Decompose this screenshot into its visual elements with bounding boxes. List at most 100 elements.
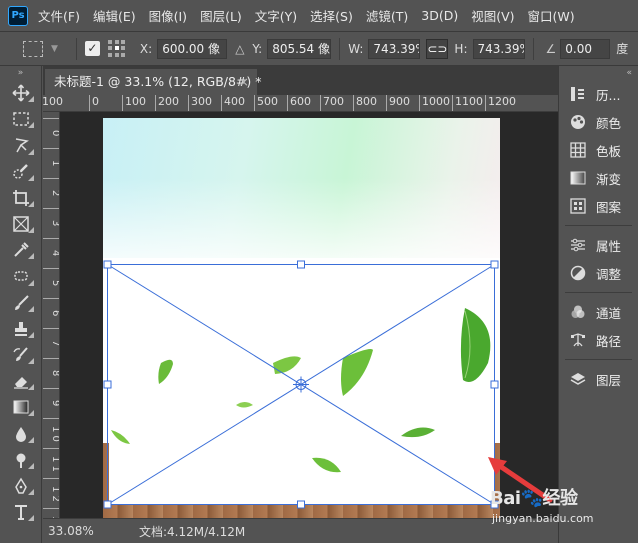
vertical-ruler[interactable]: 0 1 2 3 4 5 6 7 8 9 1 0 1 1 1 2 1 3 bbox=[43, 112, 60, 518]
panel-label: 属性 bbox=[596, 238, 622, 254]
tool-preset-picker[interactable] bbox=[23, 40, 43, 57]
x-label: X: bbox=[139, 41, 153, 56]
ruler-h-label: 1100 bbox=[452, 95, 483, 111]
ruler-h-label: 100 bbox=[122, 95, 146, 111]
chevron-down-icon[interactable]: ▼ bbox=[51, 44, 58, 54]
link-icon[interactable]: ⊂⊃ bbox=[426, 38, 449, 59]
baidu-jingyan-watermark: Bai🐾经验 jingyan.baidu.com bbox=[490, 476, 638, 528]
crop-tool-icon[interactable] bbox=[0, 185, 42, 211]
ruler-v-label: 0 bbox=[43, 118, 59, 148]
reference-point-checkbox[interactable]: ✓ bbox=[84, 41, 100, 56]
divider bbox=[75, 37, 77, 60]
lasso-tool-icon[interactable] bbox=[0, 132, 42, 158]
y-label: Y: bbox=[252, 41, 263, 56]
panel-patterns[interactable]: 图案 bbox=[559, 192, 638, 220]
reference-point-grid-icon[interactable] bbox=[107, 39, 126, 58]
x-position-field[interactable]: 600.00 像 bbox=[157, 38, 228, 59]
gradient-tool-icon[interactable] bbox=[0, 394, 42, 420]
panel-channels[interactable]: 通道 bbox=[559, 298, 638, 326]
frame-tool-icon[interactable] bbox=[0, 211, 42, 237]
ruler-v-label: 1 3 bbox=[43, 508, 59, 518]
document-size[interactable]: 文档:4.12M/4.12M bbox=[103, 523, 245, 540]
panel-label: 渐变 bbox=[596, 171, 622, 187]
rotation-field[interactable]: 0.00 bbox=[560, 38, 611, 59]
width-field[interactable]: 743.39% bbox=[368, 38, 421, 59]
menu-layer[interactable]: 图层(L) bbox=[200, 6, 242, 25]
divider bbox=[532, 37, 534, 60]
dodge-tool-icon[interactable] bbox=[0, 447, 42, 473]
marquee-tool-icon[interactable] bbox=[0, 106, 42, 132]
menu-view[interactable]: 视图(V) bbox=[471, 6, 514, 25]
panel-color[interactable]: 颜色 bbox=[559, 108, 638, 136]
zoom-level[interactable]: 33.08% bbox=[43, 524, 103, 538]
patterns-icon bbox=[569, 197, 587, 215]
relative-position-icon[interactable]: △ bbox=[235, 42, 244, 56]
ruler-v-label: 2 bbox=[43, 178, 59, 208]
menu-type[interactable]: 文字(Y) bbox=[255, 6, 297, 25]
leaf-icon bbox=[460, 308, 491, 382]
panel-gradients[interactable]: 渐变 bbox=[559, 164, 638, 192]
y-position-field[interactable]: 805.54 像 bbox=[267, 38, 332, 59]
leaf-icon bbox=[158, 359, 173, 384]
watermark-logo: Bai🐾经验 bbox=[490, 484, 578, 510]
panel-label: 历... bbox=[596, 87, 621, 103]
panel-label: 调整 bbox=[596, 266, 622, 282]
panel-properties[interactable]: 属性 bbox=[559, 231, 638, 259]
angle-icon: ∠ bbox=[545, 41, 557, 56]
menu-image[interactable]: 图像(I) bbox=[149, 6, 187, 25]
ruler-v-label: 9 bbox=[43, 388, 59, 418]
divider bbox=[565, 292, 632, 293]
panel-layers[interactable]: 图层 bbox=[559, 365, 638, 393]
menu-filter[interactable]: 滤镜(T) bbox=[366, 6, 408, 25]
canvas[interactable] bbox=[103, 118, 500, 518]
photoshop-logo: Ps bbox=[8, 5, 28, 26]
panel-history[interactable]: 历... bbox=[559, 80, 638, 108]
panel-expand-icon[interactable]: « bbox=[559, 66, 638, 80]
pasteboard[interactable] bbox=[60, 112, 558, 518]
blur-tool-icon[interactable] bbox=[0, 420, 42, 446]
swatches-icon bbox=[569, 141, 587, 159]
ruler-h-label: 1200 bbox=[485, 95, 516, 111]
history-brush-tool-icon[interactable] bbox=[0, 342, 42, 368]
quick-select-tool-icon[interactable] bbox=[0, 159, 42, 185]
move-tool-icon[interactable] bbox=[0, 80, 42, 106]
panel-collapse-icon[interactable]: » bbox=[0, 66, 41, 80]
eraser-tool-icon[interactable] bbox=[0, 368, 42, 394]
pen-tool-icon[interactable] bbox=[0, 473, 42, 499]
height-field[interactable]: 743.39% bbox=[472, 38, 525, 59]
menu-file[interactable]: 文件(F) bbox=[38, 6, 80, 25]
leaf-icon bbox=[273, 356, 301, 374]
ruler-h-label: 700 bbox=[320, 95, 344, 111]
ruler-v-label: 8 bbox=[43, 358, 59, 388]
menu-select[interactable]: 选择(S) bbox=[310, 6, 353, 25]
color-icon bbox=[569, 113, 587, 131]
leaf-icon bbox=[401, 427, 435, 438]
h-label: H: bbox=[454, 41, 468, 56]
ruler-v-label: 4 bbox=[43, 238, 59, 268]
panel-label: 通道 bbox=[596, 305, 622, 321]
watermark-brand-suffix: 经验 bbox=[542, 488, 578, 509]
menu-edit[interactable]: 编辑(E) bbox=[93, 6, 136, 25]
transform-bounding-box bbox=[107, 264, 495, 505]
panel-adjustments[interactable]: 调整 bbox=[559, 259, 638, 287]
angle-unit: 度 bbox=[616, 42, 629, 56]
leaf-icon bbox=[111, 430, 130, 444]
eyedropper-tool-icon[interactable] bbox=[0, 237, 42, 263]
panel-paths[interactable]: 路径 bbox=[559, 326, 638, 354]
watermark-brand: Bai bbox=[490, 488, 521, 509]
ruler-v-label: 7 bbox=[43, 328, 59, 358]
healing-brush-tool-icon[interactable] bbox=[0, 263, 42, 289]
menu-window[interactable]: 窗口(W) bbox=[528, 6, 575, 25]
horizontal-ruler[interactable]: 100 0 100 200 300 400 500 600 700 800 90… bbox=[43, 95, 558, 112]
ruler-h-label: 400 bbox=[221, 95, 245, 111]
menu-3d[interactable]: 3D(D) bbox=[421, 8, 458, 23]
document-tab[interactable]: 未标题-1 @ 33.1% (12, RGB/8#) * × bbox=[45, 69, 262, 95]
clone-stamp-tool-icon[interactable] bbox=[0, 316, 42, 342]
panel-swatches[interactable]: 色板 bbox=[559, 136, 638, 164]
paths-icon bbox=[569, 331, 587, 349]
leaf-icon bbox=[236, 402, 253, 408]
type-tool-icon[interactable] bbox=[0, 499, 42, 525]
close-icon[interactable]: × bbox=[239, 69, 249, 95]
panel-label: 色板 bbox=[596, 143, 622, 159]
brush-tool-icon[interactable] bbox=[0, 290, 42, 316]
